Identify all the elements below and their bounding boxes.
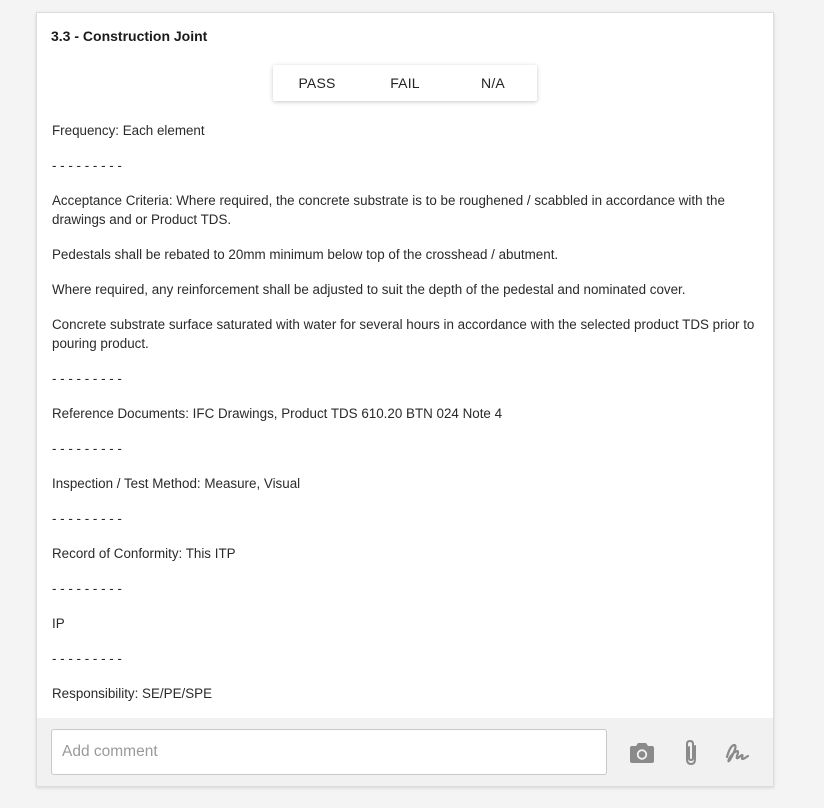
pedestals-text: Pedestals shall be rebated to 20mm minim… <box>52 247 559 262</box>
divider-text: - - - - - - - - - <box>52 581 122 596</box>
camera-icon[interactable] <box>628 740 656 766</box>
acceptance-criteria-text: Acceptance Criteria: Where required, the… <box>52 193 725 227</box>
responsibility-text: Responsibility: SE/PE/SPE <box>52 686 213 701</box>
substrate-text: Concrete substrate surface saturated wit… <box>52 317 755 351</box>
item-description: Frequency: Each element - - - - - - - - … <box>52 121 762 719</box>
divider-text: - - - - - - - - - <box>52 158 122 173</box>
record-of-conformity-text: Record of Conformity: This ITP <box>52 546 236 561</box>
divider-text: - - - - - - - - - <box>52 441 122 456</box>
frequency-text: Frequency: Each element <box>52 123 205 138</box>
paperclip-icon[interactable] <box>677 739 705 766</box>
divider-text: - - - - - - - - - <box>52 511 122 526</box>
signature-icon[interactable] <box>723 740 751 766</box>
pass-button[interactable]: PASS <box>273 65 361 101</box>
inspection-item-card: 3.3 - Construction Joint PASS FAIL N/A F… <box>36 12 774 787</box>
na-button[interactable]: N/A <box>449 65 537 101</box>
divider-text: - - - - - - - - - <box>52 371 122 386</box>
inspection-method-text: Inspection / Test Method: Measure, Visua… <box>52 476 301 491</box>
fail-button[interactable]: FAIL <box>361 65 449 101</box>
reinforcement-text: Where required, any reinforcement shall … <box>52 282 686 297</box>
reference-documents-text: Reference Documents: IFC Drawings, Produ… <box>52 406 503 421</box>
result-toggle-group: PASS FAIL N/A <box>273 65 537 101</box>
comment-input[interactable] <box>51 729 607 775</box>
divider-text: - - - - - - - - - <box>52 651 122 666</box>
item-title: 3.3 - Construction Joint <box>51 28 208 44</box>
ip-text: IP <box>52 616 65 631</box>
comment-bar <box>37 718 773 786</box>
